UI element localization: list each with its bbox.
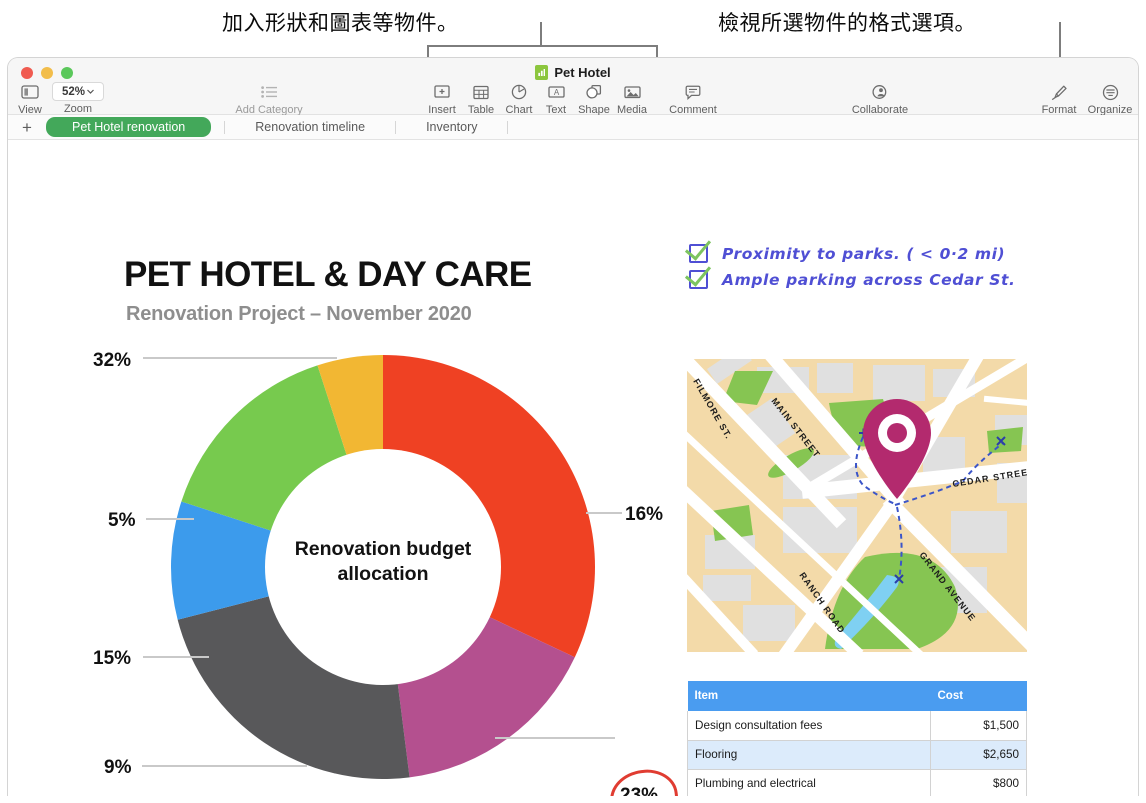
callout-left-bracket-leftarm	[427, 45, 429, 57]
chart-label-23: 23%	[620, 785, 659, 796]
callout-right-text: 檢視所選物件的格式選項。	[718, 11, 976, 35]
table-row[interactable]: Plumbing and electrical $800	[687, 769, 1027, 796]
table-row[interactable]: Design consultation fees $1,500	[687, 711, 1027, 741]
document-title-group: Pet Hotel	[8, 65, 1138, 80]
donut-center-line2: allocation	[337, 563, 429, 585]
cost-table[interactable]: Item Cost Design consultation fees $1,50…	[687, 681, 1027, 796]
chart-label-16: 16%	[625, 504, 664, 525]
map-svg: FILMORE ST. MAIN STREET CEDAR STREET GRA…	[687, 359, 1027, 652]
sheet-tab-renovation-timeline[interactable]: Renovation timeline	[238, 117, 382, 137]
donut-center-label: Renovation budget allocation	[171, 537, 595, 587]
chart-leader-15	[143, 656, 209, 658]
callout-left-text: 加入形狀和圖表等物件。	[222, 11, 459, 35]
location-map-image[interactable]: FILMORE ST. MAIN STREET CEDAR STREET GRA…	[687, 359, 1027, 652]
chart-leader-32	[143, 357, 337, 359]
tab-divider	[507, 120, 509, 134]
checklist-text-1: Proximity to parks. ( < 0·2 mi)	[722, 245, 1006, 263]
page-title: PET HOTEL & DAY CARE	[124, 255, 532, 294]
organize-lines-icon	[1078, 82, 1138, 102]
donut-center-line1: Renovation budget	[294, 538, 472, 560]
document-title: Pet Hotel	[554, 65, 611, 80]
checklist-text-2: Ample parking across Cedar St.	[722, 271, 1016, 289]
chart-label-32: 32%	[93, 350, 132, 371]
numbers-document-icon	[535, 65, 549, 80]
table-cell-item: Design consultation fees	[687, 711, 931, 741]
chart-label-15: 15%	[93, 648, 132, 669]
table-cell-cost: $2,650	[930, 740, 1027, 770]
toolbar-zoom-label: Zoom	[63, 103, 93, 115]
page-subtitle: Renovation Project – November 2020	[126, 303, 472, 325]
chart-leader-16	[586, 512, 622, 514]
comment-bubble-icon	[651, 82, 735, 102]
callout-left-bracket-top	[427, 45, 658, 47]
chart-leader-23	[495, 737, 615, 739]
add-sheet-button[interactable]: +	[8, 119, 46, 136]
zoom-value: 52%	[61, 85, 86, 98]
zoom-control[interactable]: 52%	[52, 82, 104, 101]
table-cell-cost: $1,500	[930, 711, 1027, 741]
sheet-tab-bar: + Pet Hotel renovation Renovation timeli…	[8, 115, 1138, 140]
table-header-item: Item	[687, 681, 931, 711]
tab-divider	[395, 120, 397, 134]
svg-text:A: A	[553, 88, 559, 97]
toolbar-organize-button[interactable]: Organize	[1078, 82, 1138, 116]
callout-left-stem	[540, 22, 542, 47]
table-cell-cost: $800	[930, 769, 1027, 796]
toolbar-collaborate-button[interactable]: Collaborate	[840, 82, 920, 116]
sheet-tab-inventory[interactable]: Inventory	[409, 117, 494, 137]
chart-label-9: 9%	[104, 757, 132, 778]
collaborate-person-icon	[840, 82, 920, 102]
app-window: Pet Hotel View 52% Zoom Add Category Ins…	[7, 57, 1139, 796]
table-header-cost: Cost	[930, 681, 1027, 711]
table-header-row: Item Cost	[687, 681, 1027, 711]
tab-divider	[224, 120, 226, 134]
toolbar-comment-button[interactable]: Comment	[651, 82, 735, 116]
table-cell-item: Plumbing and electrical	[687, 769, 931, 796]
budget-donut-chart[interactable]: Renovation budget allocation	[171, 355, 595, 780]
toolbar-zoom-label-wrap: Zoom	[46, 103, 110, 115]
list-icon	[219, 82, 319, 102]
chevron-down-icon	[87, 89, 94, 94]
chart-label-5: 5%	[108, 510, 136, 531]
sheet-canvas: PET HOTEL & DAY CARE Renovation Project …	[8, 140, 1138, 796]
chart-leader-9	[142, 765, 307, 767]
sheet-tab-pet-hotel-renovation[interactable]: Pet Hotel renovation	[46, 117, 212, 137]
table-cell-item: Flooring	[687, 740, 931, 770]
chart-leader-5	[146, 518, 194, 520]
table-row[interactable]: Flooring $2,650	[687, 740, 1027, 770]
toolbar-add-category-button[interactable]: Add Category	[219, 82, 319, 116]
window-titlebar: Pet Hotel View 52% Zoom Add Category Ins…	[8, 58, 1138, 116]
callout-left-bracket-rightarm	[656, 45, 658, 57]
